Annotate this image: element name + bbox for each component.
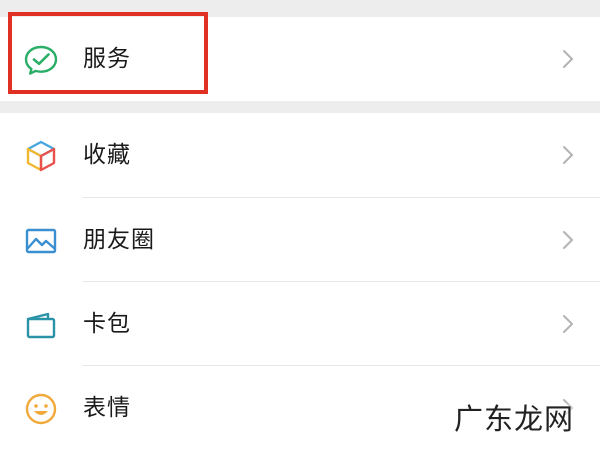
services-group: 服务 [0,17,600,101]
favorites-cube-icon [24,139,58,173]
chevron-right-icon [561,48,575,70]
menu-item-card-wallet[interactable]: 卡包 [0,282,600,366]
chevron-right-icon [561,229,575,251]
menu-item-label: 表情 [83,395,131,421]
menu-item-services[interactable]: 服务 [0,17,600,101]
menu-item-label: 服务 [83,46,131,72]
sticker-smiley-icon [24,392,58,426]
watermark: 广东龙网 [453,402,574,436]
wechat-pay-icon [24,43,58,77]
menu-item-label: 收藏 [83,142,131,168]
menu-item-label: 朋友圈 [83,227,155,253]
chevron-right-icon [561,313,575,335]
chevron-right-icon [561,144,575,166]
menu-item-moments[interactable]: 朋友圈 [0,198,600,282]
menu-item-favorites[interactable]: 收藏 [0,113,600,197]
card-wallet-icon [24,308,58,342]
moments-photo-icon [24,224,58,258]
menu-item-label: 卡包 [83,311,131,337]
